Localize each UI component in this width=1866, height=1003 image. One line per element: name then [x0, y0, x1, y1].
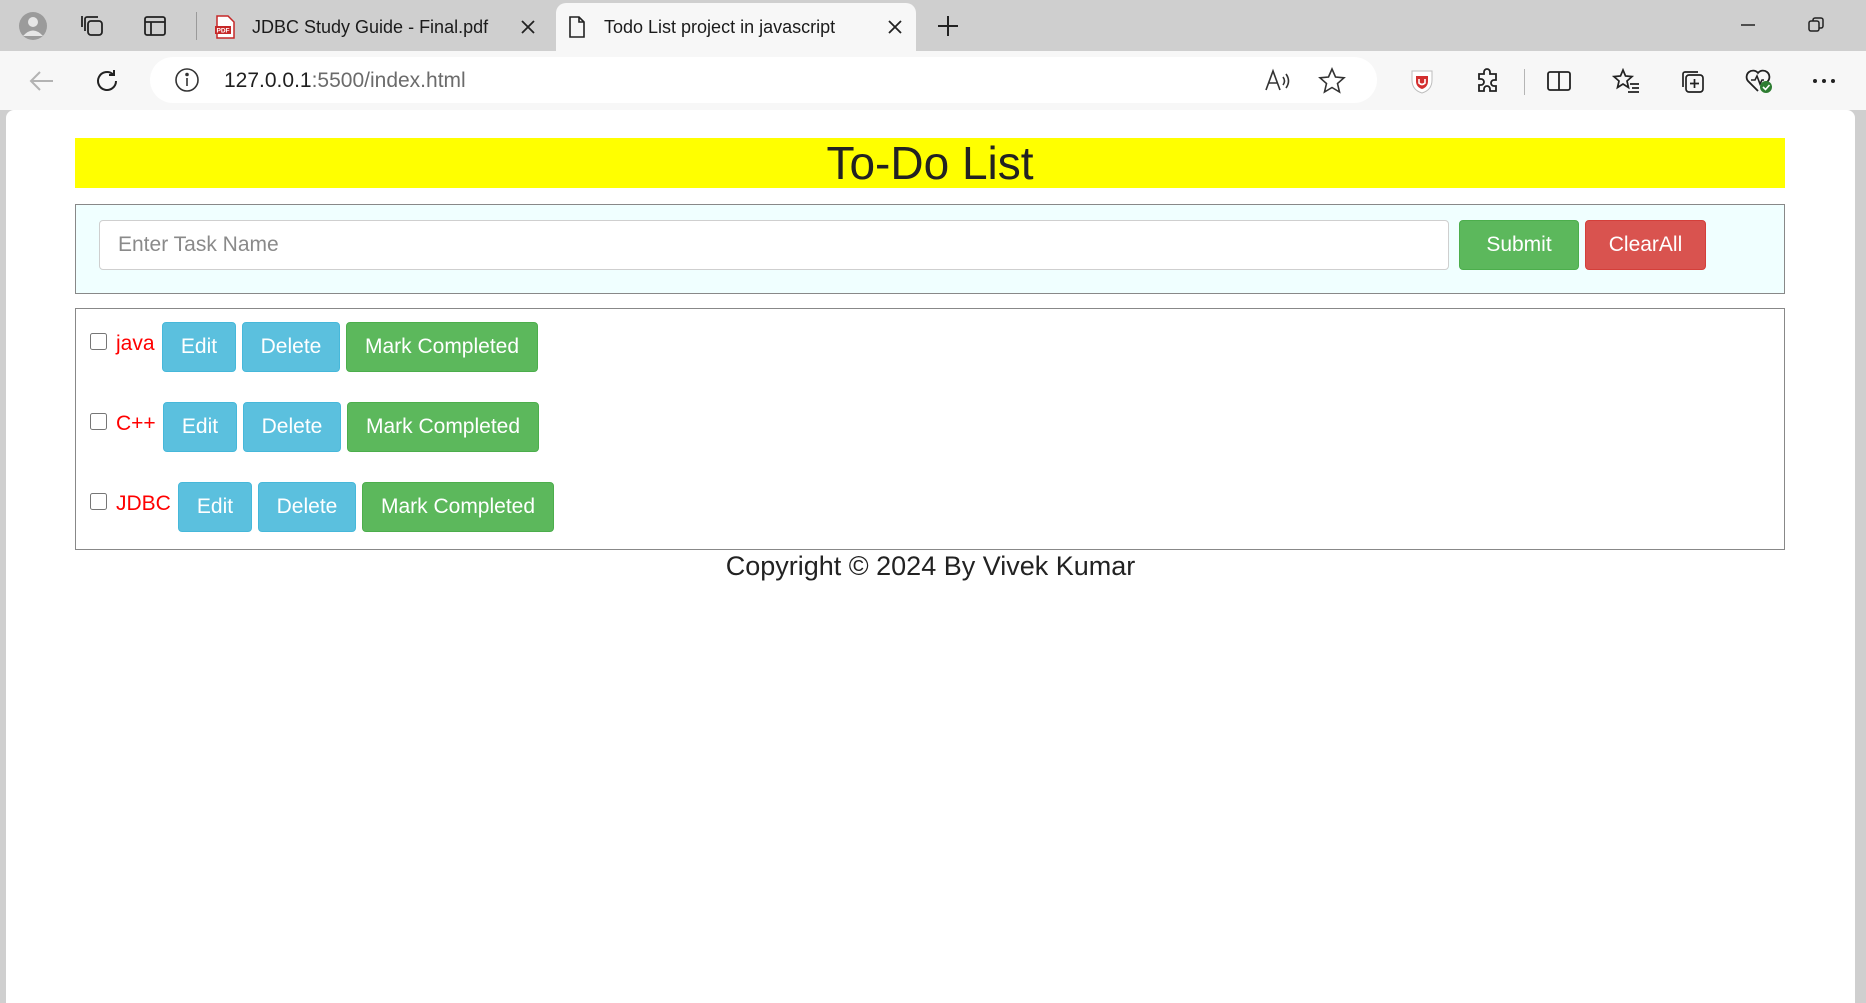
task-name: java: [116, 332, 155, 355]
page-title: To-Do List: [75, 138, 1785, 188]
edit-button[interactable]: Edit: [163, 402, 237, 452]
url-path: :5500/index.html: [311, 69, 466, 92]
copyright-footer: Copyright © 2024 By Vivek Kumar: [725, 551, 1136, 581]
task-checkbox[interactable]: [90, 413, 107, 430]
task-name-input[interactable]: [99, 220, 1449, 270]
page-viewport: To-Do List Submit ClearAll java Edit Del…: [6, 110, 1855, 1003]
edit-button[interactable]: Edit: [162, 322, 236, 372]
url-text[interactable]: 127.0.0.1:5500/index.html: [224, 69, 466, 93]
svg-text:PDF: PDF: [217, 28, 230, 35]
split-screen-icon[interactable]: [1540, 62, 1578, 100]
delete-button[interactable]: Delete: [243, 402, 341, 452]
browser-essentials-icon[interactable]: [1740, 62, 1778, 100]
pdf-icon: PDF: [214, 15, 236, 39]
refresh-icon[interactable]: [88, 62, 126, 100]
restore-icon[interactable]: [1794, 6, 1838, 44]
collections-icon[interactable]: [1673, 62, 1711, 100]
extensions-icon[interactable]: [1469, 62, 1507, 100]
task-list: java Edit Delete Mark Completed C++ Edit…: [75, 308, 1785, 550]
new-tab-icon[interactable]: [930, 9, 966, 43]
task-name: JDBC: [116, 492, 171, 515]
favorites-icon[interactable]: [1607, 62, 1645, 100]
url-host: 127.0.0.1: [224, 69, 312, 92]
page-icon: [566, 15, 588, 39]
extension-shield-icon[interactable]: [1403, 62, 1441, 100]
minimize-icon[interactable]: [1726, 6, 1770, 44]
todo-page: To-Do List Submit ClearAll java Edit Del…: [6, 110, 1855, 1003]
edit-button[interactable]: Edit: [178, 482, 252, 532]
mark-completed-button[interactable]: Mark Completed: [362, 482, 554, 532]
task-form: Submit ClearAll: [75, 204, 1785, 294]
site-info-icon[interactable]: [174, 67, 200, 93]
close-tab-icon[interactable]: [880, 12, 910, 42]
back-icon[interactable]: [23, 62, 61, 100]
mark-completed-button[interactable]: Mark Completed: [347, 402, 539, 452]
browser-toolbar: 127.0.0.1:5500/index.html: [0, 51, 1866, 110]
tab-strip: PDF JDBC Study Guide - Final.pdf Todo Li…: [0, 0, 1866, 51]
close-tab-icon[interactable]: [513, 12, 543, 42]
read-aloud-icon[interactable]: [1262, 65, 1294, 97]
submit-button[interactable]: Submit: [1459, 220, 1579, 270]
tab-title: Todo List project in javascript: [604, 16, 836, 37]
task-checkbox[interactable]: [90, 333, 107, 350]
toolbar-separator: [1524, 69, 1525, 95]
clear-all-button[interactable]: ClearAll: [1585, 220, 1706, 270]
tab-jdbc-pdf[interactable]: PDF JDBC Study Guide - Final.pdf: [204, 3, 549, 51]
mark-completed-button[interactable]: Mark Completed: [346, 322, 538, 372]
task-checkbox[interactable]: [90, 493, 107, 510]
tab-todo-list[interactable]: Todo List project in javascript: [556, 3, 916, 51]
profile-icon[interactable]: [16, 9, 50, 43]
tab-actions-icon[interactable]: [138, 9, 172, 43]
favorite-star-icon[interactable]: [1316, 65, 1348, 97]
tab-title: JDBC Study Guide - Final.pdf: [252, 16, 489, 37]
delete-button[interactable]: Delete: [242, 322, 340, 372]
workspaces-icon[interactable]: [76, 9, 110, 43]
tab-separator: [196, 12, 197, 40]
more-icon[interactable]: [1805, 62, 1843, 100]
task-name: C++: [116, 412, 156, 435]
delete-button[interactable]: Delete: [258, 482, 356, 532]
address-bar[interactable]: 127.0.0.1:5500/index.html: [150, 57, 1377, 103]
